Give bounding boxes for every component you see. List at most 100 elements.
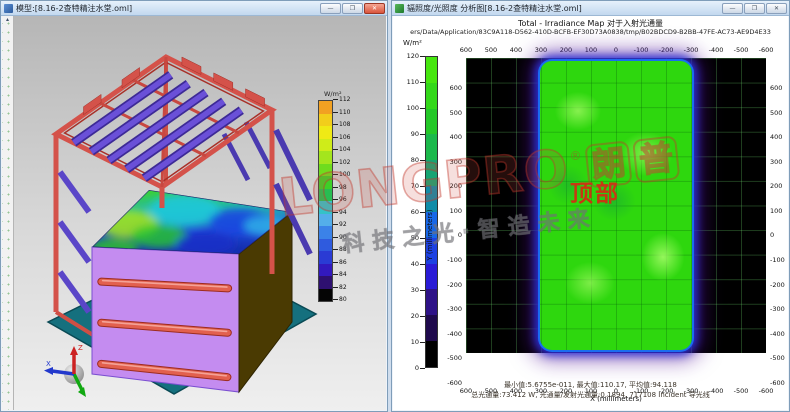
y-axis-tick-label: -200 bbox=[770, 281, 785, 289]
model-legend-tick-label: 110 bbox=[333, 109, 350, 117]
colorbar-tick-label: 110 bbox=[407, 78, 425, 86]
x-axis-tick-label: 200 bbox=[560, 46, 572, 54]
y-axis-tick-label: -500 bbox=[770, 354, 785, 362]
x-axis-tick-label: 400 bbox=[510, 46, 522, 54]
x-axis-top-ticks: 6005004003002001000-100-200-300-400-500-… bbox=[466, 46, 766, 55]
model-legend-segment bbox=[319, 114, 332, 127]
model-legend-tick-label: 102 bbox=[333, 159, 350, 167]
model-3d-viewport[interactable]: W/m² 11211010810610410210098969492908886… bbox=[14, 16, 386, 410]
model-legend-segment bbox=[319, 176, 332, 189]
cage-slat bbox=[246, 122, 270, 168]
chart-source-path: ers/Data/Application/83C9A118-D562-410D-… bbox=[393, 28, 788, 36]
y-axis-tick-label: -300 bbox=[770, 305, 785, 313]
model-legend-tick-label: 94 bbox=[333, 209, 347, 217]
y-axis-tick-label: 500 bbox=[450, 109, 462, 117]
model-legend-tick-label: 106 bbox=[333, 134, 350, 142]
colorbar-segment bbox=[426, 83, 437, 109]
colorbar-tick-label: 100 bbox=[407, 104, 425, 112]
colorbar-segment bbox=[426, 315, 437, 341]
strip-expand-arrow[interactable]: ▴ bbox=[2, 16, 13, 23]
close-button[interactable]: ✕ bbox=[364, 3, 385, 14]
model-legend-tick-label: 98 bbox=[333, 184, 347, 192]
colorbar-tick-label: 70 bbox=[411, 182, 425, 190]
model-legend-tick-label: 80 bbox=[333, 296, 347, 304]
model-legend-tick-label: 92 bbox=[333, 221, 347, 229]
y-axis-left-ticks: 6005004003002001000-100-200-300-400-500-… bbox=[444, 88, 464, 383]
irradiance-window-controls: — ❐ ✕ bbox=[722, 3, 787, 14]
y-axis-tick-label: -100 bbox=[447, 256, 462, 264]
y-axis-tick-label: 0 bbox=[770, 231, 774, 239]
model-legend-tick-label: 90 bbox=[333, 234, 347, 242]
model-window-titlebar[interactable]: 模型:[8.16-2查特精注水堂.oml] — ❐ ✕ bbox=[1, 1, 387, 16]
x-axis-tick-label: -500 bbox=[734, 46, 749, 54]
y-axis-right-ticks: 6005004003002001000-100-200-300-400-500-… bbox=[768, 88, 788, 383]
x-axis-tick-label: -100 bbox=[634, 46, 649, 54]
map-annotation: 顶部 bbox=[570, 174, 620, 208]
minimize-button[interactable]: — bbox=[320, 3, 341, 14]
x-axis-tick-label: -300 bbox=[684, 46, 699, 54]
restore-button[interactable]: ❐ bbox=[744, 3, 765, 14]
close-button[interactable]: ✕ bbox=[766, 3, 787, 14]
x-axis-tick-label: 100 bbox=[585, 46, 597, 54]
colorbar-segment bbox=[426, 109, 437, 135]
x-axis-label: X bbox=[46, 360, 51, 368]
irradiance-window-icon bbox=[395, 4, 404, 13]
minimize-button[interactable]: — bbox=[722, 3, 743, 14]
colorbar-tick-label: 60 bbox=[411, 208, 425, 216]
x-axis-tick-label: -600 bbox=[759, 46, 774, 54]
model-legend-segment bbox=[319, 139, 332, 152]
irradiance-plot-area: 6005004003002001000-100-200-300-400-500-… bbox=[466, 46, 766, 353]
y-axis-tick-label: -400 bbox=[770, 330, 785, 338]
model-legend-tick-label: 84 bbox=[333, 271, 347, 279]
model-legend-tick-label: 86 bbox=[333, 259, 347, 267]
model-legend-tick-label: 96 bbox=[333, 196, 347, 204]
y-axis-tick-label: -200 bbox=[447, 281, 462, 289]
colorbar-labels: 1201101009080706050403020100 bbox=[403, 56, 425, 368]
y-axis-tick-label: 400 bbox=[770, 133, 782, 141]
model-legend-tick-label: 104 bbox=[333, 146, 350, 154]
x-axis-tick-label: 0 bbox=[614, 46, 618, 54]
y-axis-tick-label: 300 bbox=[450, 158, 462, 166]
model-window-title: 模型:[8.16-2查特精注水堂.oml] bbox=[16, 3, 318, 14]
x-axis-tick-label: -200 bbox=[659, 46, 674, 54]
y-axis-tick-label: 200 bbox=[770, 182, 782, 190]
colorbar-tick-label: 120 bbox=[407, 52, 425, 60]
model-legend-segment bbox=[319, 239, 332, 252]
restore-button[interactable]: ❐ bbox=[342, 3, 363, 14]
model-legend-segment bbox=[319, 201, 332, 214]
colorbar-segment bbox=[426, 341, 437, 367]
y-axis-tick-label: 200 bbox=[450, 182, 462, 190]
y-axis-title: Y (millimeters) bbox=[426, 209, 434, 260]
y-axis-tick-label: 100 bbox=[770, 207, 782, 215]
colorbar-segment bbox=[426, 186, 437, 212]
axis-triad: Z X bbox=[40, 340, 110, 402]
model-legend-segment bbox=[319, 164, 332, 177]
y-axis-tick-label: 0 bbox=[458, 231, 462, 239]
x-axis-tick-label: 500 bbox=[485, 46, 497, 54]
irradiance-window-content: Total - Irradiance Map 对于入射光通量 ers/Data/… bbox=[393, 16, 788, 410]
cage-top-slats bbox=[74, 75, 242, 178]
colorbar-segment bbox=[426, 264, 437, 290]
x-axis-arrowhead bbox=[44, 367, 53, 375]
stats-line-1: 最小值:5.6755e-011, 最大值:110.17, 平均值:94.118 bbox=[393, 380, 788, 390]
model-legend-bar bbox=[318, 100, 333, 302]
colorbar-segment bbox=[426, 289, 437, 315]
model-legend-segment bbox=[319, 126, 332, 139]
colorbar-tick-label: 50 bbox=[411, 234, 425, 242]
model-tree-collapsed-strip[interactable]: ▴ bbox=[2, 16, 14, 410]
stats-line-2: 总光通量:73.412 W, 光通量/发射光通量:0.1894, 717108 … bbox=[393, 390, 788, 400]
colorbar-segment bbox=[426, 160, 437, 186]
model-legend-segment bbox=[319, 101, 332, 114]
y-axis-tick-label: 600 bbox=[450, 84, 462, 92]
colorbar-tick-label: 20 bbox=[411, 312, 425, 320]
irradiance-map[interactable]: 顶部 bbox=[466, 58, 766, 353]
colorbar-segment bbox=[426, 57, 437, 83]
colorbar-tick-label: 0 bbox=[415, 364, 425, 372]
model-legend-segment bbox=[319, 276, 332, 289]
irradiance-window-titlebar[interactable]: 辐照度/光照度 分析图[8.16-2查特精注水堂.oml] — ❐ ✕ bbox=[392, 1, 789, 16]
irradiance-map-window: 辐照度/光照度 分析图[8.16-2查特精注水堂.oml] — ❐ ✕ Tota… bbox=[391, 0, 790, 412]
z-axis-label: Z bbox=[78, 344, 83, 352]
y-axis-tick-label: 100 bbox=[450, 207, 462, 215]
y-axis-tick-label: 500 bbox=[770, 109, 782, 117]
model-legend-segment bbox=[319, 264, 332, 277]
